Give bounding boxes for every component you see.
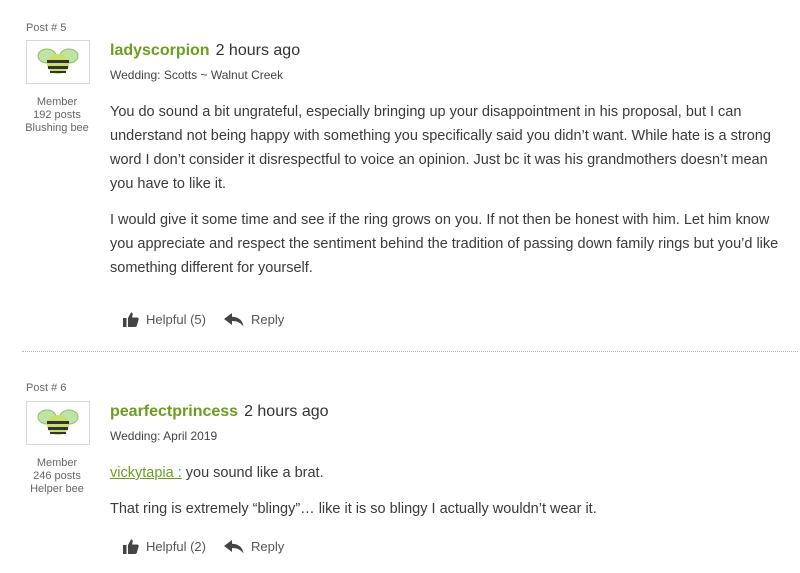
username-link[interactable]: ladyscorpion [110, 42, 210, 59]
reply-arrow-icon [223, 539, 244, 553]
reply-label: Reply [250, 312, 285, 327]
post-line: you sound like a brat. [185, 465, 324, 481]
post-paragraph: vickytapia : you sound like a brat. [110, 461, 790, 485]
helpful-label: Helpful (5) [146, 312, 206, 327]
post-number: Post # 6 [26, 382, 67, 394]
posts-count: 246 posts [33, 470, 81, 482]
helpful-button[interactable]: Helpful (2) [123, 539, 206, 554]
post-header: ladyscorpion 2 hours ago [110, 42, 300, 60]
helpful-button[interactable]: Helpful (5) [123, 312, 206, 327]
avatar[interactable] [26, 40, 90, 84]
member-info: Member 246 posts Helper bee [22, 457, 92, 496]
reply-label: Reply [250, 539, 285, 554]
reply-button[interactable]: Reply [223, 539, 285, 554]
reply-arrow-icon [223, 312, 244, 326]
thumbs-up-icon [123, 312, 139, 327]
bee-icon [37, 48, 79, 74]
post-divider [22, 351, 798, 352]
bee-icon [37, 409, 79, 435]
helpful-label: Helpful (2) [146, 539, 206, 554]
post-time: 2 hours ago [244, 403, 329, 420]
reply-button[interactable]: Reply [223, 312, 285, 327]
thumbs-up-icon [123, 539, 139, 554]
wedding-info: Wedding: Scotts ~ Walnut Creek [110, 68, 284, 82]
post-paragraph: That ring is extremely “blingy”… like it… [110, 501, 597, 517]
wedding-info: Wedding: April 2019 [110, 429, 218, 443]
member-rank: Blushing bee [25, 122, 89, 134]
post-paragraph: You do sound a bit ungrateful, especiall… [110, 104, 771, 192]
username-link[interactable]: pearfectprincess [110, 403, 238, 420]
post-number: Post # 5 [26, 22, 67, 34]
post-header: pearfectprincess 2 hours ago [110, 403, 329, 421]
member-info: Member 192 posts Blushing bee [22, 96, 92, 135]
member-label: Member [36, 457, 78, 469]
post-body: You do sound a bit ungrateful, especiall… [110, 100, 790, 292]
post-actions: Helpful (5) Reply [123, 312, 284, 327]
member-label: Member [36, 96, 78, 108]
post-actions: Helpful (2) Reply [123, 539, 284, 554]
avatar[interactable] [26, 401, 90, 445]
post-body: vickytapia : you sound like a brat. That… [110, 461, 790, 533]
posts-count: 192 posts [33, 109, 81, 121]
mention-link[interactable]: vickytapia : [110, 465, 182, 481]
post-time: 2 hours ago [215, 42, 301, 59]
member-rank: Helper bee [30, 483, 84, 495]
post-paragraph: I would give it some time and see if the… [110, 212, 779, 276]
